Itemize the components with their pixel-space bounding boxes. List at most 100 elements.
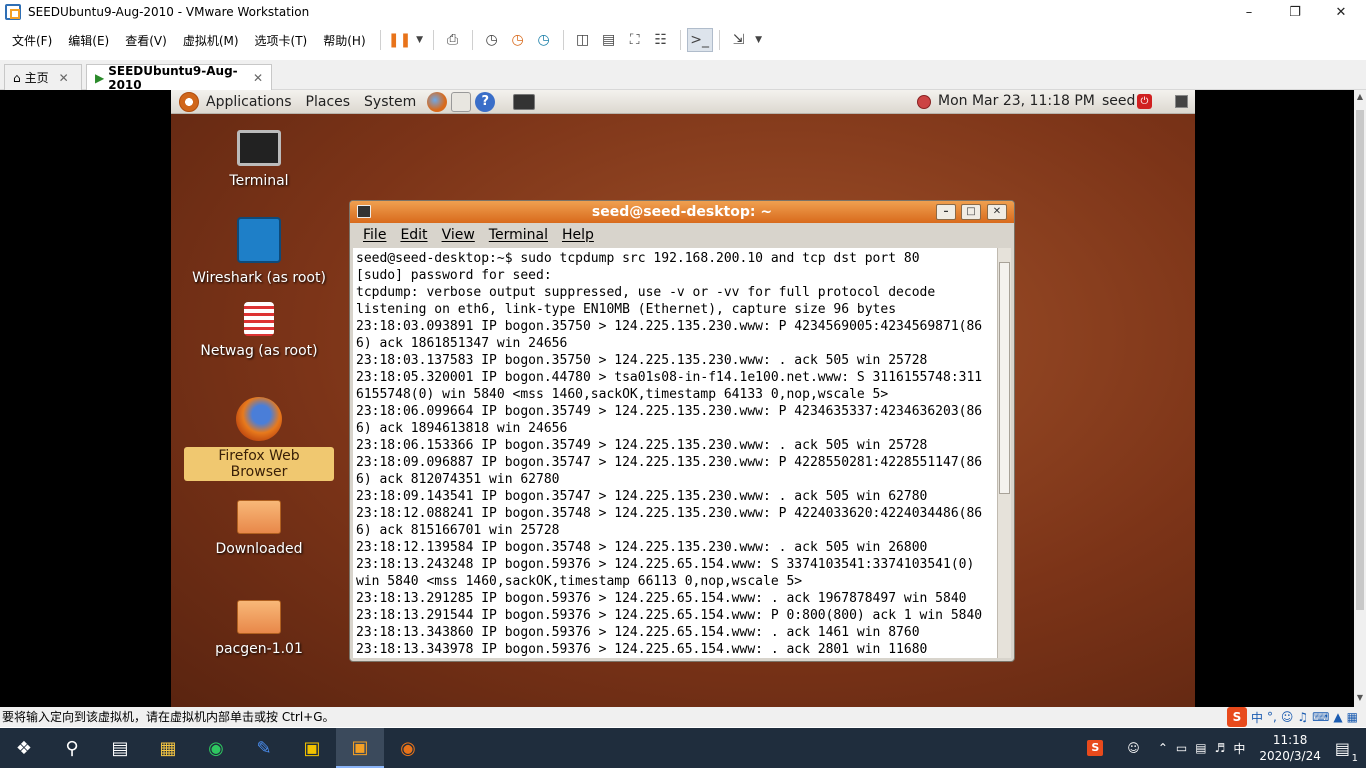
terminal-window-icon[interactable] bbox=[357, 205, 371, 218]
pause-dropdown-icon[interactable]: ▼ bbox=[413, 28, 427, 52]
scroll-up-icon[interactable]: ▲ bbox=[1354, 92, 1366, 104]
terminal-line: 23:18:03.093891 IP bogon.35750 > 124.225… bbox=[356, 319, 983, 334]
tab-home[interactable]: ⌂ 主页 ✕ bbox=[4, 64, 82, 90]
thumbnail-bar-icon[interactable]: ▤ bbox=[596, 28, 622, 52]
sogou-ime-icon[interactable]: S bbox=[1226, 707, 1247, 727]
menu-applications[interactable]: Applications bbox=[199, 94, 299, 110]
shutdown-icon[interactable]: ⏻ bbox=[1137, 94, 1152, 109]
terminal-output[interactable]: seed@seed-desktop:~$ sudo tcpdump src 19… bbox=[353, 248, 997, 658]
microphone-icon[interactable]: ♫ bbox=[1297, 710, 1308, 724]
desktop-icon-label: Downloaded bbox=[215, 541, 303, 557]
toolbar-divider bbox=[379, 30, 381, 50]
taskbar-clock[interactable]: 11:18 2020/3/24 bbox=[1259, 732, 1321, 764]
unity-icon[interactable]: ☷ bbox=[648, 28, 674, 52]
ubuntu-logo-icon[interactable] bbox=[179, 91, 199, 112]
wechat-icon[interactable]: ◉ bbox=[192, 728, 240, 768]
panel-datetime[interactable]: Mon Mar 23, 11:18 PM bbox=[938, 93, 1095, 109]
punctuation-icon[interactable]: °, bbox=[1267, 710, 1277, 724]
desktop-icon-firefox[interactable]: Firefox Web Browser bbox=[184, 397, 334, 481]
fullscreen-icon[interactable]: ⛶ bbox=[622, 28, 648, 52]
people-icon[interactable]: ☺ bbox=[1127, 741, 1140, 755]
terminal-menu-view[interactable]: View bbox=[435, 227, 482, 243]
menu-system[interactable]: System bbox=[357, 94, 423, 110]
firefox-taskbar-icon[interactable]: ◉ bbox=[384, 728, 432, 768]
tab-seedubuntu[interactable]: ▶ SEEDUbuntu9-Aug-2010 ✕ bbox=[86, 64, 272, 92]
start-windows-icon[interactable]: ❖ bbox=[0, 728, 48, 768]
firefox-launcher-icon[interactable] bbox=[427, 91, 448, 112]
pause-icon[interactable]: ❚❚ bbox=[387, 28, 413, 52]
menu-view[interactable]: 查看(V) bbox=[117, 32, 175, 49]
minimize-button[interactable]: – bbox=[1226, 0, 1272, 24]
desktop-icon-wireshark[interactable]: Wireshark (as root) bbox=[184, 217, 334, 287]
menu-tabs[interactable]: 选项卡(T) bbox=[247, 32, 316, 49]
terminal-window[interactable]: seed@seed-desktop: ~ – □ ✕ File Edit Vie… bbox=[349, 200, 1015, 662]
stretch-view-icon[interactable]: ⇲ bbox=[726, 28, 752, 52]
notification-center-icon[interactable]: ▤ 1 bbox=[1335, 739, 1358, 764]
desktop-icon-downloaded[interactable]: Downloaded bbox=[184, 500, 334, 558]
desktop-icon-pacgen[interactable]: pacgen-1.01 bbox=[184, 600, 334, 658]
emoji-icon[interactable]: ☺ bbox=[1281, 710, 1294, 724]
send-ctrl-alt-del-icon[interactable]: ⎙ bbox=[440, 28, 466, 52]
terminal-menu-help[interactable]: Help bbox=[555, 227, 601, 243]
toolbar-divider bbox=[562, 30, 564, 50]
scroll-thumb[interactable] bbox=[1356, 110, 1364, 610]
volume-icon[interactable]: ♬ bbox=[1215, 741, 1226, 755]
keyboard-icon[interactable]: ⌨ bbox=[1312, 710, 1329, 724]
terminal-menu-terminal[interactable]: Terminal bbox=[482, 227, 555, 243]
task-view-icon[interactable]: ▤ bbox=[96, 728, 144, 768]
mail-launcher-icon[interactable] bbox=[451, 91, 472, 112]
menu-places[interactable]: Places bbox=[299, 94, 358, 110]
menu-vm[interactable]: 虚拟机(M) bbox=[175, 32, 247, 49]
desktop-icon-terminal[interactable]: Terminal bbox=[184, 130, 334, 190]
terminal-titlebar[interactable]: seed@seed-desktop: ~ – □ ✕ bbox=[350, 201, 1014, 223]
terminal-title: seed@seed-desktop: ~ bbox=[591, 204, 773, 220]
close-icon[interactable]: ✕ bbox=[59, 71, 69, 85]
terminal-maximize-button[interactable]: □ bbox=[961, 204, 981, 220]
toolbox-icon[interactable]: ▦ bbox=[1347, 710, 1358, 724]
sidebar-toggle-icon[interactable]: ◫ bbox=[570, 28, 596, 52]
snapshot-icon[interactable]: ◷ bbox=[479, 28, 505, 52]
terminal-minimize-button[interactable]: – bbox=[936, 204, 956, 220]
snapshot-manager-icon[interactable]: ◷ bbox=[531, 28, 557, 52]
terminal-scrollbar[interactable] bbox=[997, 248, 1011, 658]
menu-help[interactable]: 帮助(H) bbox=[315, 32, 373, 49]
search-icon[interactable]: ⚲ bbox=[48, 728, 96, 768]
skin-icon[interactable]: ▲ bbox=[1333, 710, 1342, 724]
menu-file[interactable]: 文件(F) bbox=[4, 32, 60, 49]
stretch-dropdown-icon[interactable]: ▼ bbox=[752, 28, 766, 52]
terminal-line: 6) ack 812074351 win 62780 bbox=[356, 472, 560, 487]
terminal-menu-edit[interactable]: Edit bbox=[393, 227, 434, 243]
sogou-tray-icon[interactable]: S bbox=[1087, 740, 1104, 756]
scroll-down-icon[interactable]: ▼ bbox=[1354, 693, 1366, 705]
terminal-line: 23:18:13.343978 IP bogon.59376 > 124.225… bbox=[356, 642, 928, 657]
revert-snapshot-icon[interactable]: ◷ bbox=[505, 28, 531, 52]
terminal-line: [sudo] password for seed: bbox=[356, 268, 552, 283]
help-launcher-icon[interactable]: ? bbox=[475, 91, 496, 112]
file-explorer-icon[interactable]: ▦ bbox=[144, 728, 192, 768]
desktop-icon-netwag[interactable]: Netwag (as root) bbox=[184, 302, 334, 360]
terminal-line: 6155748(0) win 5840 <mss 1460,sackOK,tim… bbox=[356, 387, 889, 402]
terminal-scroll-thumb[interactable] bbox=[999, 262, 1010, 494]
vmware-taskbar-icon[interactable]: ▣ bbox=[336, 728, 384, 768]
ime-mode-label[interactable]: 中 bbox=[1251, 709, 1263, 726]
notes-app-icon[interactable]: ✎ bbox=[240, 728, 288, 768]
show-desktop-icon[interactable] bbox=[1175, 95, 1188, 108]
network-status-icon[interactable] bbox=[917, 95, 931, 109]
pdf-app-icon[interactable]: ▣ bbox=[288, 728, 336, 768]
terminal-line: 23:18:12.088241 IP bogon.35748 > 124.225… bbox=[356, 506, 983, 521]
tray-expand-icon[interactable]: ⌃ bbox=[1158, 741, 1168, 755]
close-icon[interactable]: ✕ bbox=[253, 71, 263, 85]
menu-edit[interactable]: 编辑(E) bbox=[60, 32, 117, 49]
console-view-icon[interactable]: >_ bbox=[686, 28, 713, 52]
terminal-launcher-icon[interactable] bbox=[513, 93, 536, 110]
terminal-close-button[interactable]: ✕ bbox=[987, 204, 1007, 220]
panel-user[interactable]: seed bbox=[1102, 93, 1135, 109]
vm-scrollbar[interactable]: ▲ ▼ bbox=[1354, 90, 1366, 707]
maximize-button[interactable]: ❐ bbox=[1272, 0, 1318, 24]
terminal-menu-file[interactable]: File bbox=[356, 227, 393, 243]
battery-icon[interactable]: ▭ bbox=[1176, 741, 1187, 755]
ime-indicator[interactable]: 中 bbox=[1233, 740, 1245, 757]
firefox-icon bbox=[236, 397, 282, 441]
network-icon[interactable]: ▤ bbox=[1195, 741, 1206, 755]
close-button[interactable]: ✕ bbox=[1318, 0, 1364, 24]
